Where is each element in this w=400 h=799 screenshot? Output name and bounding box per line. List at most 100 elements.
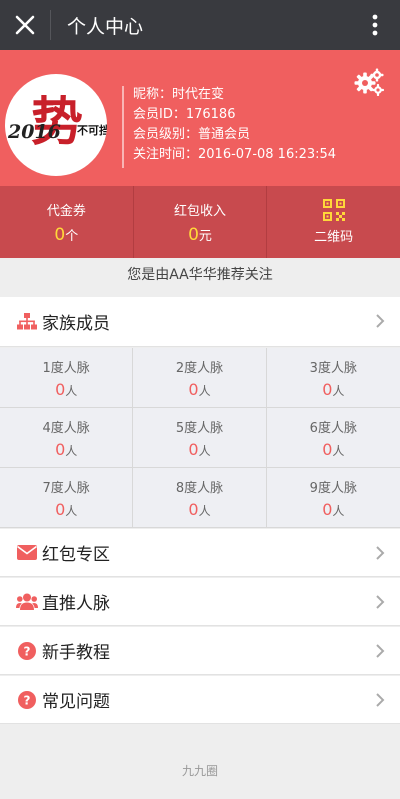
network-degree-1[interactable]: 1度人脉 0人: [0, 348, 134, 408]
stat-number: 0: [188, 224, 199, 245]
avatar[interactable]: 势 2016 不可挡: [5, 74, 107, 176]
chevron-right-icon: [376, 644, 385, 658]
network-label: 8度人脉: [175, 480, 224, 496]
network-count: 0: [322, 439, 333, 459]
gears-icon: [354, 68, 384, 96]
question-circle-icon: ?: [16, 689, 38, 711]
network-label: 3度人脉: [309, 360, 357, 376]
chevron-right-icon: [376, 314, 385, 328]
page-title: 个人中心: [67, 15, 144, 38]
profile-header: 势 2016 不可挡 昵称：时代在变 会员ID：176186 会员级别：普通会员…: [0, 50, 400, 186]
nickname: 昵称：时代在变: [133, 87, 225, 102]
menu-item-label: 新手教程: [42, 643, 110, 663]
more-button[interactable]: [360, 0, 390, 50]
network-value: 0人: [188, 440, 210, 459]
menu-item-label: 红包专区: [42, 545, 110, 565]
network-count: 0: [322, 499, 333, 519]
question-circle-icon: ?: [16, 640, 38, 662]
menu-item-tutorial[interactable]: ? 新手教程: [0, 627, 400, 675]
sitemap-icon: [16, 311, 38, 333]
menu-item-faq[interactable]: ? 常见问题: [0, 676, 400, 724]
network-unit: 人: [65, 503, 78, 518]
voucher-stat[interactable]: 代金券 0个: [0, 186, 134, 258]
stat-unit: 元: [198, 228, 212, 244]
chevron-right-icon: [376, 546, 385, 560]
stat-label: 红包收入: [174, 203, 227, 219]
network-label: 6度人脉: [309, 420, 357, 436]
network-value: 0人: [188, 500, 210, 519]
network-unit: 人: [65, 443, 78, 458]
network-unit: 人: [332, 443, 345, 458]
network-unit: 人: [332, 383, 345, 398]
menu-item-label: 常见问题: [42, 692, 110, 712]
chevron-right-icon: [376, 595, 385, 609]
qrcode-icon: [322, 199, 345, 221]
network-degree-3[interactable]: 3度人脉 0人: [266, 348, 400, 408]
network-value: 0人: [55, 380, 77, 399]
close-icon: [15, 15, 35, 35]
network-degree-9[interactable]: 9度人脉 0人: [266, 468, 400, 528]
avatar-year: 2016: [7, 121, 61, 143]
profile-divider: [122, 86, 124, 168]
network-value: 0人: [322, 500, 344, 519]
network-label: 5度人脉: [175, 420, 224, 436]
close-button[interactable]: [0, 0, 50, 50]
network-count: 0: [188, 439, 199, 459]
network-value: 0人: [322, 380, 344, 399]
footer-brand: 九九圈: [181, 763, 218, 778]
qrcode-button[interactable]: 二维码: [267, 186, 400, 258]
avatar-side-text: 不可挡: [77, 123, 107, 137]
network-count: 0: [55, 439, 66, 459]
network-degree-5[interactable]: 5度人脉 0人: [133, 408, 267, 468]
network-value: 0人: [188, 380, 210, 399]
settings-button[interactable]: [354, 68, 384, 96]
network-label: 1度人脉: [42, 360, 90, 376]
stats-bar: 代金券 0个 红包收入 0元 二维码: [0, 186, 400, 258]
network-label: 7度人脉: [42, 480, 90, 496]
network-unit: 人: [65, 383, 78, 398]
avatar-logo: 势 2016 不可挡: [7, 92, 107, 153]
network-unit: 人: [198, 443, 211, 458]
stat-value: 0个: [54, 225, 78, 245]
users-icon: [16, 591, 38, 613]
stat-label: 代金券: [46, 203, 86, 219]
network-count: 0: [322, 379, 333, 399]
network-count: 0: [188, 499, 199, 519]
member-level: 会员级别：普通会员: [133, 127, 251, 142]
stat-unit: 个: [65, 228, 79, 244]
svg-text:?: ?: [24, 644, 31, 658]
network-label: 4度人脉: [42, 420, 90, 436]
referral-text: 您是由AA华华推荐关注: [0, 258, 400, 290]
network-degree-7[interactable]: 7度人脉 0人: [0, 468, 134, 528]
network-degree-2[interactable]: 2度人脉 0人: [133, 348, 267, 408]
network-unit: 人: [198, 383, 211, 398]
red-packet-income-stat[interactable]: 红包收入 0元: [134, 186, 268, 258]
network-count: 0: [55, 499, 66, 519]
family-members-row[interactable]: 家族成员: [0, 297, 400, 347]
top-bar-divider: [50, 10, 51, 40]
qrcode-label: 二维码: [314, 230, 354, 245]
chevron-right-icon: [376, 693, 385, 707]
network-count: 0: [188, 379, 199, 399]
member-id: 会员ID：176186: [133, 107, 236, 122]
profile-info: 昵称：时代在变 会员ID：176186 会员级别：普通会员 关注时间：2016-…: [133, 85, 336, 165]
menu-item-direct-referrals[interactable]: 直推人脉: [0, 578, 400, 626]
network-label: 2度人脉: [175, 360, 224, 376]
network-grid: 1度人脉 0人 2度人脉 0人 3度人脉 0人 4度人脉 0人 5度人脉 0人 6度人脉 0…: [0, 348, 400, 528]
top-bar: 个人中心: [0, 0, 400, 50]
network-degree-6[interactable]: 6度人脉 0人: [266, 408, 400, 468]
stat-value: 0元: [188, 225, 212, 245]
network-label: 9度人脉: [309, 480, 357, 496]
follow-time: 关注时间：2016-07-08 16:23:54: [133, 147, 337, 162]
network-count: 0: [55, 379, 66, 399]
menu-item-label: 直推人脉: [42, 594, 110, 614]
network-unit: 人: [332, 503, 345, 518]
network-value: 0人: [55, 500, 77, 519]
network-value: 0人: [322, 440, 344, 459]
svg-text:?: ?: [24, 693, 31, 707]
network-degree-4[interactable]: 4度人脉 0人: [0, 408, 134, 468]
envelope-icon: [16, 542, 38, 564]
network-degree-8[interactable]: 8度人脉 0人: [133, 468, 267, 528]
stat-number: 0: [54, 224, 66, 245]
menu-item-red-packets[interactable]: 红包专区: [0, 529, 400, 577]
